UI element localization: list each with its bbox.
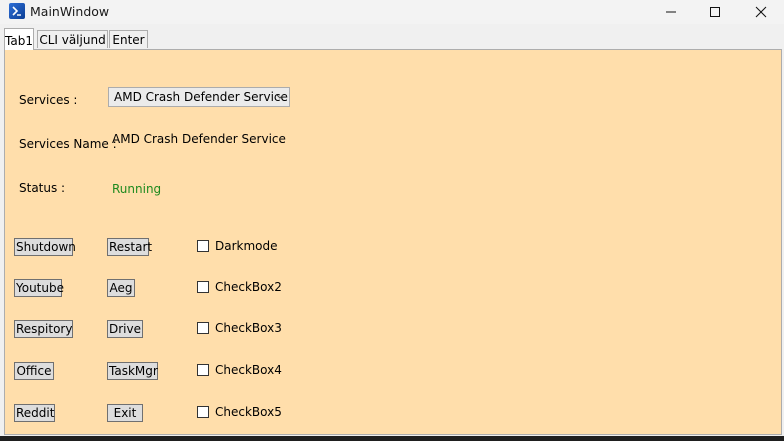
respitory-button[interactable]: Respitory xyxy=(14,320,73,338)
maximize-icon xyxy=(710,7,720,17)
title-bar[interactable]: MainWindow xyxy=(0,0,784,24)
main-window: MainWindow Tab1 CLI väljund Enter Servic… xyxy=(0,0,784,441)
restart-button[interactable]: Restart xyxy=(107,238,152,256)
youtube-button[interactable]: Youtube xyxy=(14,279,64,297)
checkbox-box[interactable] xyxy=(197,364,209,376)
checkbox-box[interactable] xyxy=(197,240,209,252)
powershell-icon xyxy=(9,3,25,19)
exit-button[interactable]: Exit xyxy=(107,404,143,422)
checkbox-label: Darkmode xyxy=(215,239,278,253)
checkbox2[interactable]: CheckBox2 xyxy=(197,280,282,294)
tab-cli-valjund[interactable]: CLI väljund xyxy=(37,30,108,48)
window-title: MainWindow xyxy=(30,4,110,19)
tab-enter[interactable]: Enter xyxy=(109,30,148,48)
tab1-content-panel: Services : AMD Crash Defender Service Se… xyxy=(4,49,782,435)
close-button[interactable] xyxy=(738,0,784,24)
checkbox4[interactable]: CheckBox4 xyxy=(197,363,282,377)
aeg-button[interactable]: Aeg xyxy=(107,279,135,297)
checkbox-label: CheckBox4 xyxy=(215,363,282,377)
tab-strip: Tab1 CLI väljund Enter xyxy=(0,28,784,50)
shutdown-button[interactable]: Shutdown xyxy=(14,238,76,256)
close-icon xyxy=(755,6,767,18)
service-name-value: AMD Crash Defender Service xyxy=(112,132,286,146)
checkbox3[interactable]: CheckBox3 xyxy=(197,321,282,335)
checkbox-label: CheckBox3 xyxy=(215,321,282,335)
services-selected-value: AMD Crash Defender Service xyxy=(114,90,288,104)
checkbox5[interactable]: CheckBox5 xyxy=(197,405,282,419)
minimize-button[interactable] xyxy=(648,0,694,24)
services-label: Services : xyxy=(19,93,78,107)
window-bottom-edge xyxy=(0,436,784,441)
maximize-button[interactable] xyxy=(692,0,738,24)
checkbox-label: CheckBox2 xyxy=(215,280,282,294)
tab-tab1[interactable]: Tab1 xyxy=(4,28,34,50)
checkbox-label: CheckBox5 xyxy=(215,405,282,419)
status-value: Running xyxy=(112,182,162,196)
checkbox-box[interactable] xyxy=(197,322,209,334)
checkbox-box[interactable] xyxy=(197,281,209,293)
checkbox-box[interactable] xyxy=(197,406,209,418)
reddit-button[interactable]: Reddit xyxy=(14,404,55,422)
drive-button[interactable]: Drive xyxy=(107,320,143,338)
service-name-label: Services Name : xyxy=(19,137,117,151)
status-label: Status : xyxy=(19,181,66,195)
services-combobox[interactable]: AMD Crash Defender Service xyxy=(108,87,290,107)
office-button[interactable]: Office xyxy=(14,362,54,380)
taskmgr-button[interactable]: TaskMgr xyxy=(107,362,158,380)
minimize-icon xyxy=(666,11,676,13)
darkmode-checkbox[interactable]: Darkmode xyxy=(197,239,278,253)
chevron-down-icon xyxy=(276,94,284,99)
